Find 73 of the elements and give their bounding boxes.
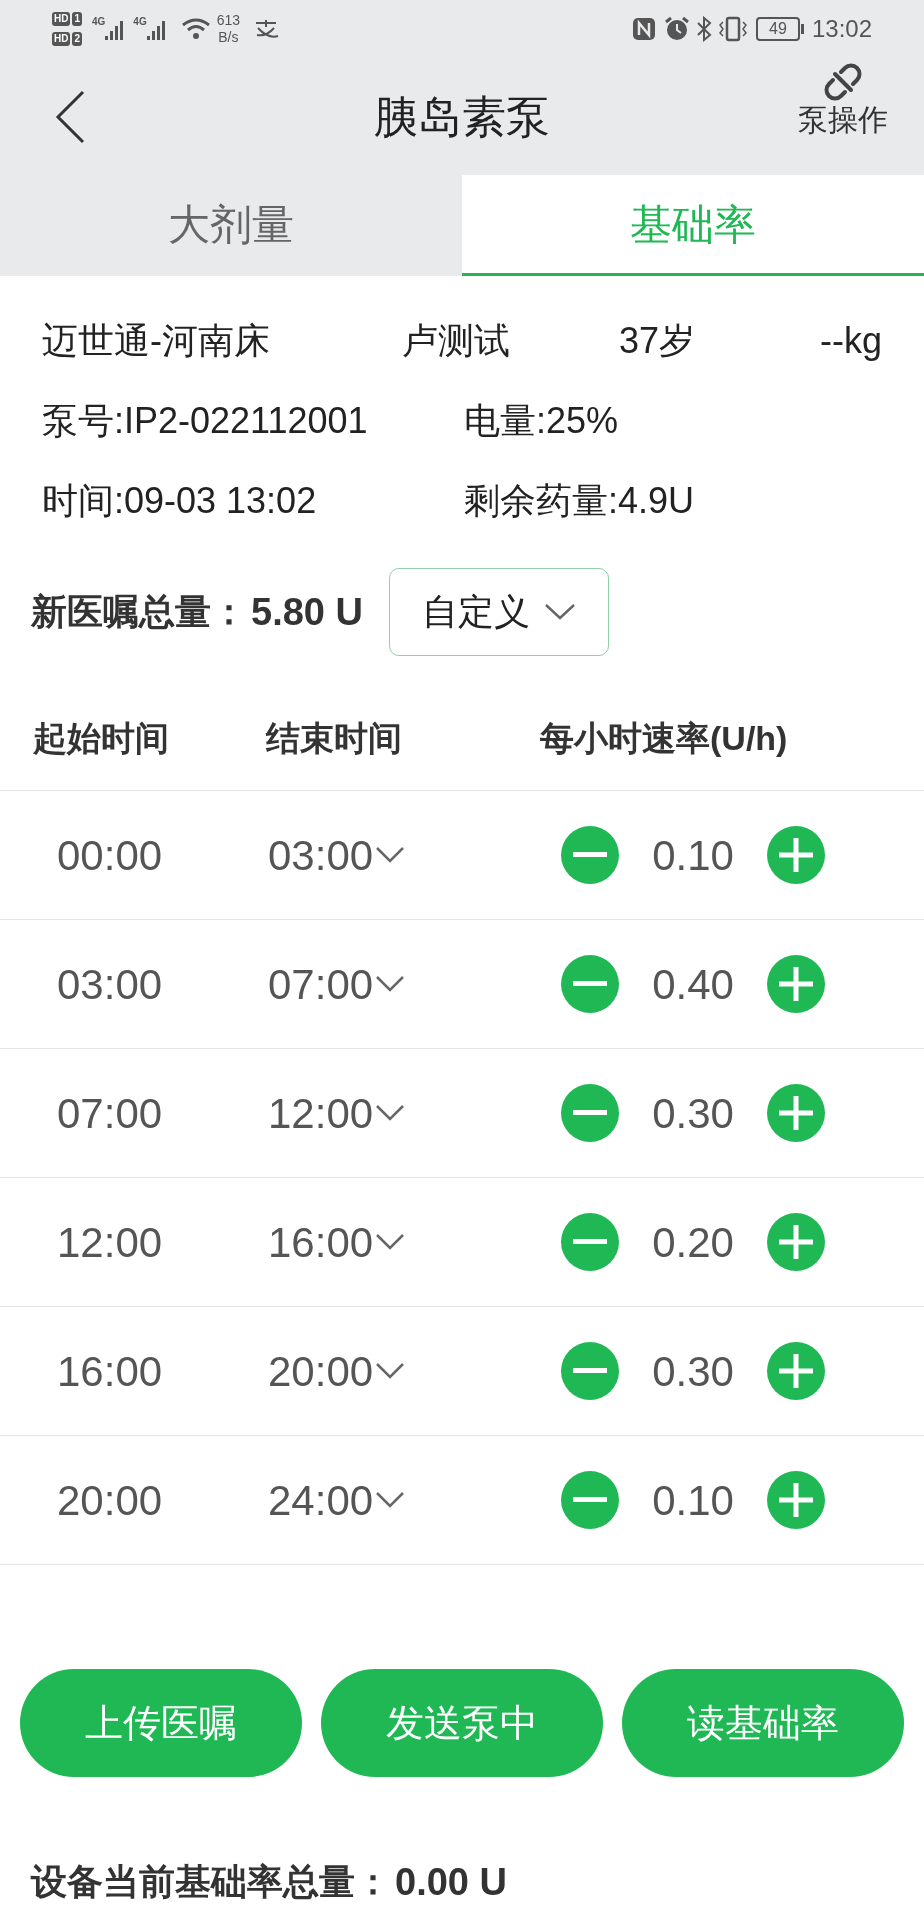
start-time: 00:00 — [56, 830, 164, 881]
nfc-icon — [631, 17, 656, 41]
end-time-dropdown[interactable]: 03:00 — [268, 823, 561, 887]
sim-label: HD — [52, 32, 71, 46]
decrease-button[interactable] — [561, 1471, 619, 1529]
bluetooth-icon — [695, 16, 712, 42]
increase-button[interactable] — [767, 1084, 825, 1142]
link-broken-icon — [823, 62, 863, 102]
decrease-button[interactable] — [561, 1342, 619, 1400]
patient-name: 卢测试 — [402, 320, 511, 362]
hourly-rate: 0.20 — [651, 1217, 735, 1268]
clock: 13:02 — [811, 14, 872, 44]
start-time: 03:00 — [56, 959, 164, 1010]
hourly-rate: 0.40 — [651, 959, 735, 1010]
battery-power: 电量:25% — [464, 400, 619, 442]
battery-level: 49 — [769, 21, 787, 37]
chevron-down-icon — [375, 1362, 406, 1380]
vibrate-icon — [717, 16, 748, 42]
chevron-down-icon — [375, 1233, 406, 1251]
chevron-down-icon — [375, 975, 406, 993]
pump-number: 泵号:IP2-022112001 — [42, 400, 369, 442]
chevron-down-icon — [375, 1104, 406, 1122]
column-header: 起始时间 — [32, 717, 170, 759]
end-time-dropdown[interactable]: 07:00 — [268, 952, 561, 1016]
increase-button[interactable] — [767, 955, 825, 1013]
start-time: 16:00 — [56, 1346, 164, 1397]
end-time-dropdown[interactable]: 20:00 — [268, 1339, 561, 1403]
start-time: 12:00 — [56, 1217, 164, 1268]
page-title: 胰岛素泵 — [374, 90, 550, 143]
pump-operation-button[interactable]: 泵操作 — [798, 62, 888, 138]
increase-button[interactable] — [767, 826, 825, 884]
sim-slot: 2 — [72, 32, 82, 46]
net-speed-unit: B/s — [218, 29, 239, 46]
end-time-dropdown[interactable]: 12:00 — [268, 1081, 561, 1145]
column-header: 结束时间 — [266, 717, 403, 759]
end-time-dropdown[interactable]: 24:00 — [268, 1468, 561, 1532]
decrease-button[interactable] — [561, 1213, 619, 1271]
column-header: 每小时速率(U/h) — [540, 717, 788, 759]
patient-age: 37岁 — [619, 320, 697, 362]
end-time-dropdown[interactable]: 16:00 — [268, 1210, 561, 1274]
new-total-label: 新医嘱总量： — [31, 590, 247, 634]
net-speed: 613 — [216, 12, 241, 29]
increase-button[interactable] — [767, 1213, 825, 1271]
start-time: 20:00 — [56, 1475, 164, 1526]
network-type: 4G — [92, 15, 106, 29]
decrease-button[interactable] — [561, 1084, 619, 1142]
hourly-rate: 0.10 — [651, 830, 735, 881]
increase-button[interactable] — [767, 1342, 825, 1400]
remaining-dose: 剩余药量:4.9U — [464, 480, 695, 522]
hourly-rate: 0.30 — [651, 1346, 735, 1397]
decrease-button[interactable] — [561, 826, 619, 884]
start-time: 07:00 — [56, 1088, 164, 1139]
wifi-icon — [180, 17, 211, 41]
network-type: 4G — [133, 15, 147, 29]
hourly-rate: 0.30 — [651, 1088, 735, 1139]
new-total-value: 5.80 U — [251, 589, 363, 635]
hospital-bed: 迈世通-河南床 — [42, 320, 271, 362]
decrease-button[interactable] — [561, 955, 619, 1013]
tab[interactable]: 大剂量 — [0, 175, 462, 276]
mode-dropdown[interactable]: 自定义 — [388, 568, 609, 656]
alarm-icon — [663, 16, 690, 42]
record-time: 时间:09-03 13:02 — [42, 480, 318, 522]
sim-label: HD — [52, 12, 71, 26]
pay-icon — [254, 19, 281, 39]
device-total-value: 0.00 U — [395, 1861, 507, 1903]
patient-weight: --kg — [820, 320, 882, 362]
chevron-down-icon — [543, 603, 576, 621]
increase-button[interactable] — [767, 1471, 825, 1529]
hourly-rate: 0.10 — [651, 1475, 735, 1526]
chevron-down-icon — [375, 846, 406, 864]
chevron-down-icon — [375, 1491, 406, 1509]
device-total-label: 设备当前基础率总量： — [31, 1861, 391, 1903]
sim-slot: 1 — [72, 12, 82, 26]
